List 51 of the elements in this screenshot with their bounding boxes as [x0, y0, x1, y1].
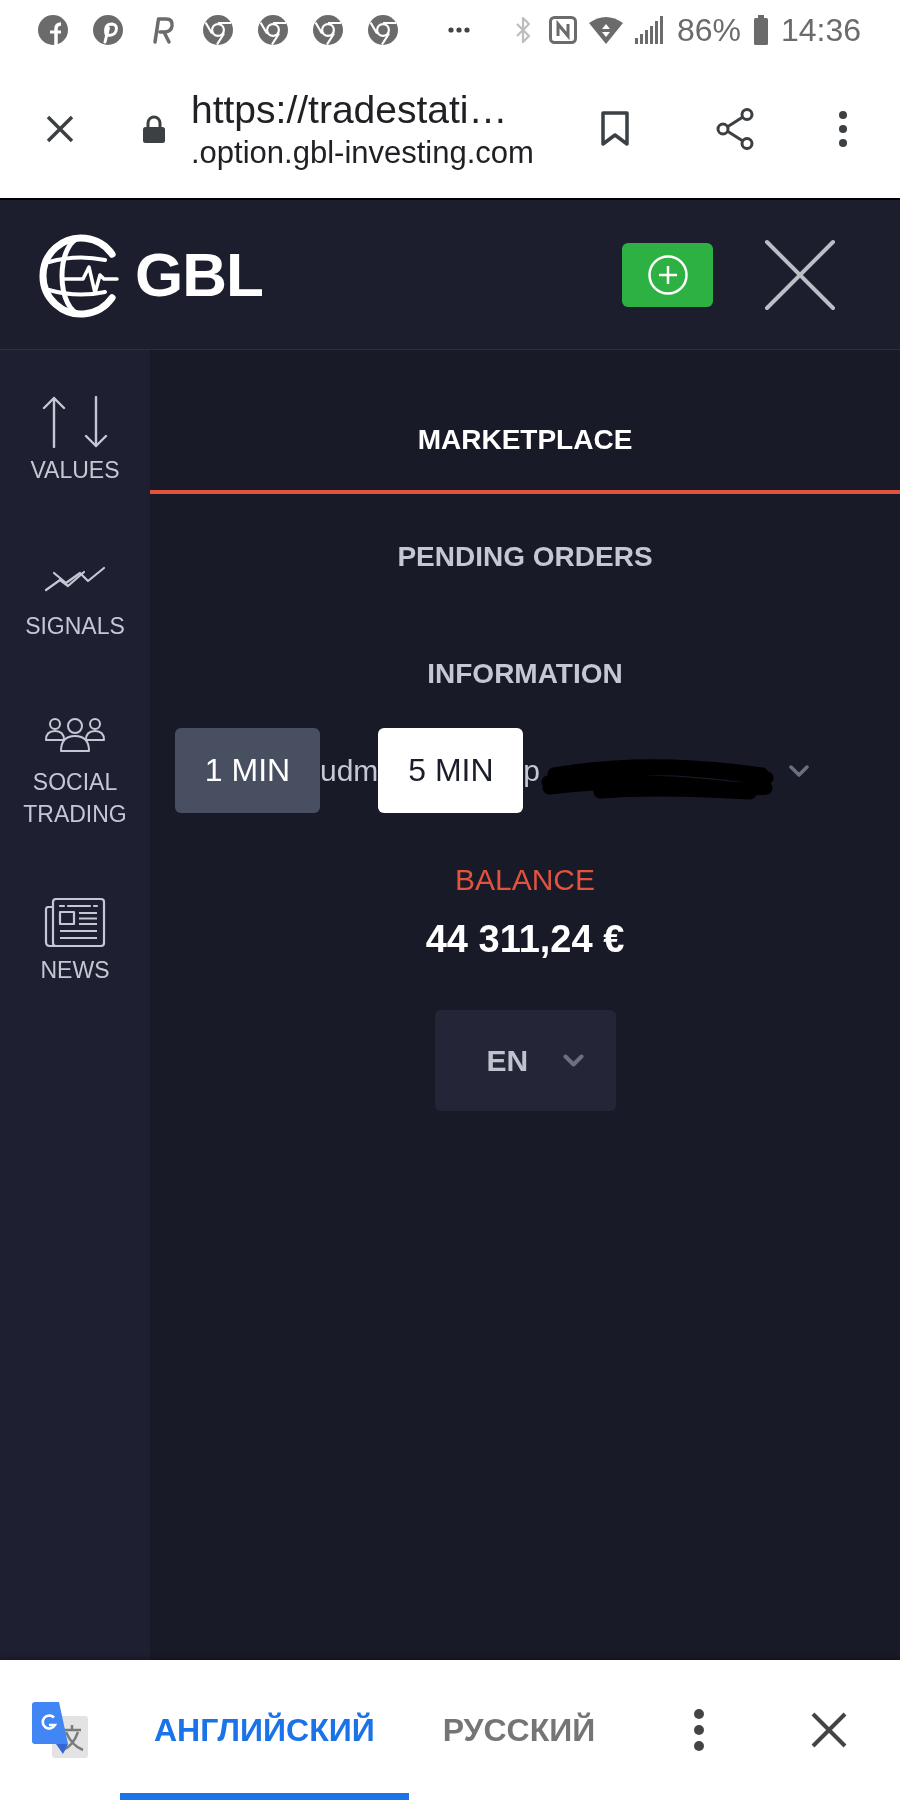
menu-icon[interactable]: [694, 1709, 704, 1751]
plus-circle-icon: [647, 254, 688, 295]
people-group-icon: [44, 716, 106, 752]
balance-amount: 44 311,24 €: [425, 917, 625, 962]
wifi-icon: [588, 16, 623, 44]
sidebar-item[interactable]: NEWS: [0, 896, 150, 986]
nfc-icon: [548, 16, 577, 44]
more-dots-icon: [448, 27, 470, 33]
duration-button[interactable]: 5 MIN: [378, 728, 524, 813]
duration-button[interactable]: 1 MIN: [175, 728, 320, 813]
letter-f-logo-icon: [38, 15, 68, 45]
close-icon[interactable]: [764, 238, 836, 311]
language-tab[interactable]: АНГЛИЙСКИЙ: [120, 1660, 409, 1800]
newspaper-icon: [44, 896, 106, 948]
nav-tab[interactable]: PENDING ORDERS: [150, 494, 900, 611]
clock-time: 14:36: [780, 11, 861, 50]
nav-tab[interactable]: MARKETPLACE: [150, 377, 900, 494]
lock-icon: [143, 115, 165, 143]
account-text: p: [523, 752, 541, 789]
arrows-up-down-icon: [42, 396, 108, 448]
browser-logo-icon: [313, 15, 343, 45]
browser-logo-icon: [203, 15, 233, 45]
bookmark-icon[interactable]: [601, 111, 629, 147]
language-select[interactable]: EN: [434, 1010, 616, 1111]
bluetooth-icon: [514, 15, 531, 45]
sidebar-item[interactable]: SIGNALS: [0, 552, 150, 642]
logo-text: GBL: [135, 239, 263, 310]
zigzag-lines-icon: [44, 564, 106, 592]
balance-label: BALANCE: [454, 862, 596, 898]
add-button[interactable]: [622, 242, 713, 307]
close-icon[interactable]: [46, 115, 74, 143]
sidebar-item[interactable]: VALUES: [0, 396, 150, 486]
chevron-down-icon: [563, 1054, 585, 1067]
nav-tab[interactable]: INFORMATION: [150, 611, 900, 728]
globe-pulse-icon: [39, 231, 119, 318]
translate-icon[interactable]: [32, 1702, 88, 1758]
browser-logo-icon: [258, 15, 288, 45]
share-icon[interactable]: [716, 108, 754, 150]
close-icon[interactable]: [811, 1712, 847, 1748]
sidebar-item[interactable]: SOCIAL TRADING: [0, 708, 150, 830]
browser-logo-icon: [368, 15, 398, 45]
url-text[interactable]: .option.gbl-investing.com: [191, 136, 534, 170]
account-text: udm: [320, 752, 379, 789]
signal-bars-icon: [634, 16, 665, 44]
url-title[interactable]: https://tradestati…: [191, 88, 508, 132]
language-tab[interactable]: РУССКИЙ: [408, 1660, 630, 1800]
menu-icon[interactable]: [839, 111, 847, 147]
chevron-down-icon[interactable]: [789, 764, 810, 777]
letter-p-logo-icon: [93, 15, 123, 45]
battery-icon: [752, 15, 769, 45]
battery-percent: 86%: [676, 11, 741, 50]
